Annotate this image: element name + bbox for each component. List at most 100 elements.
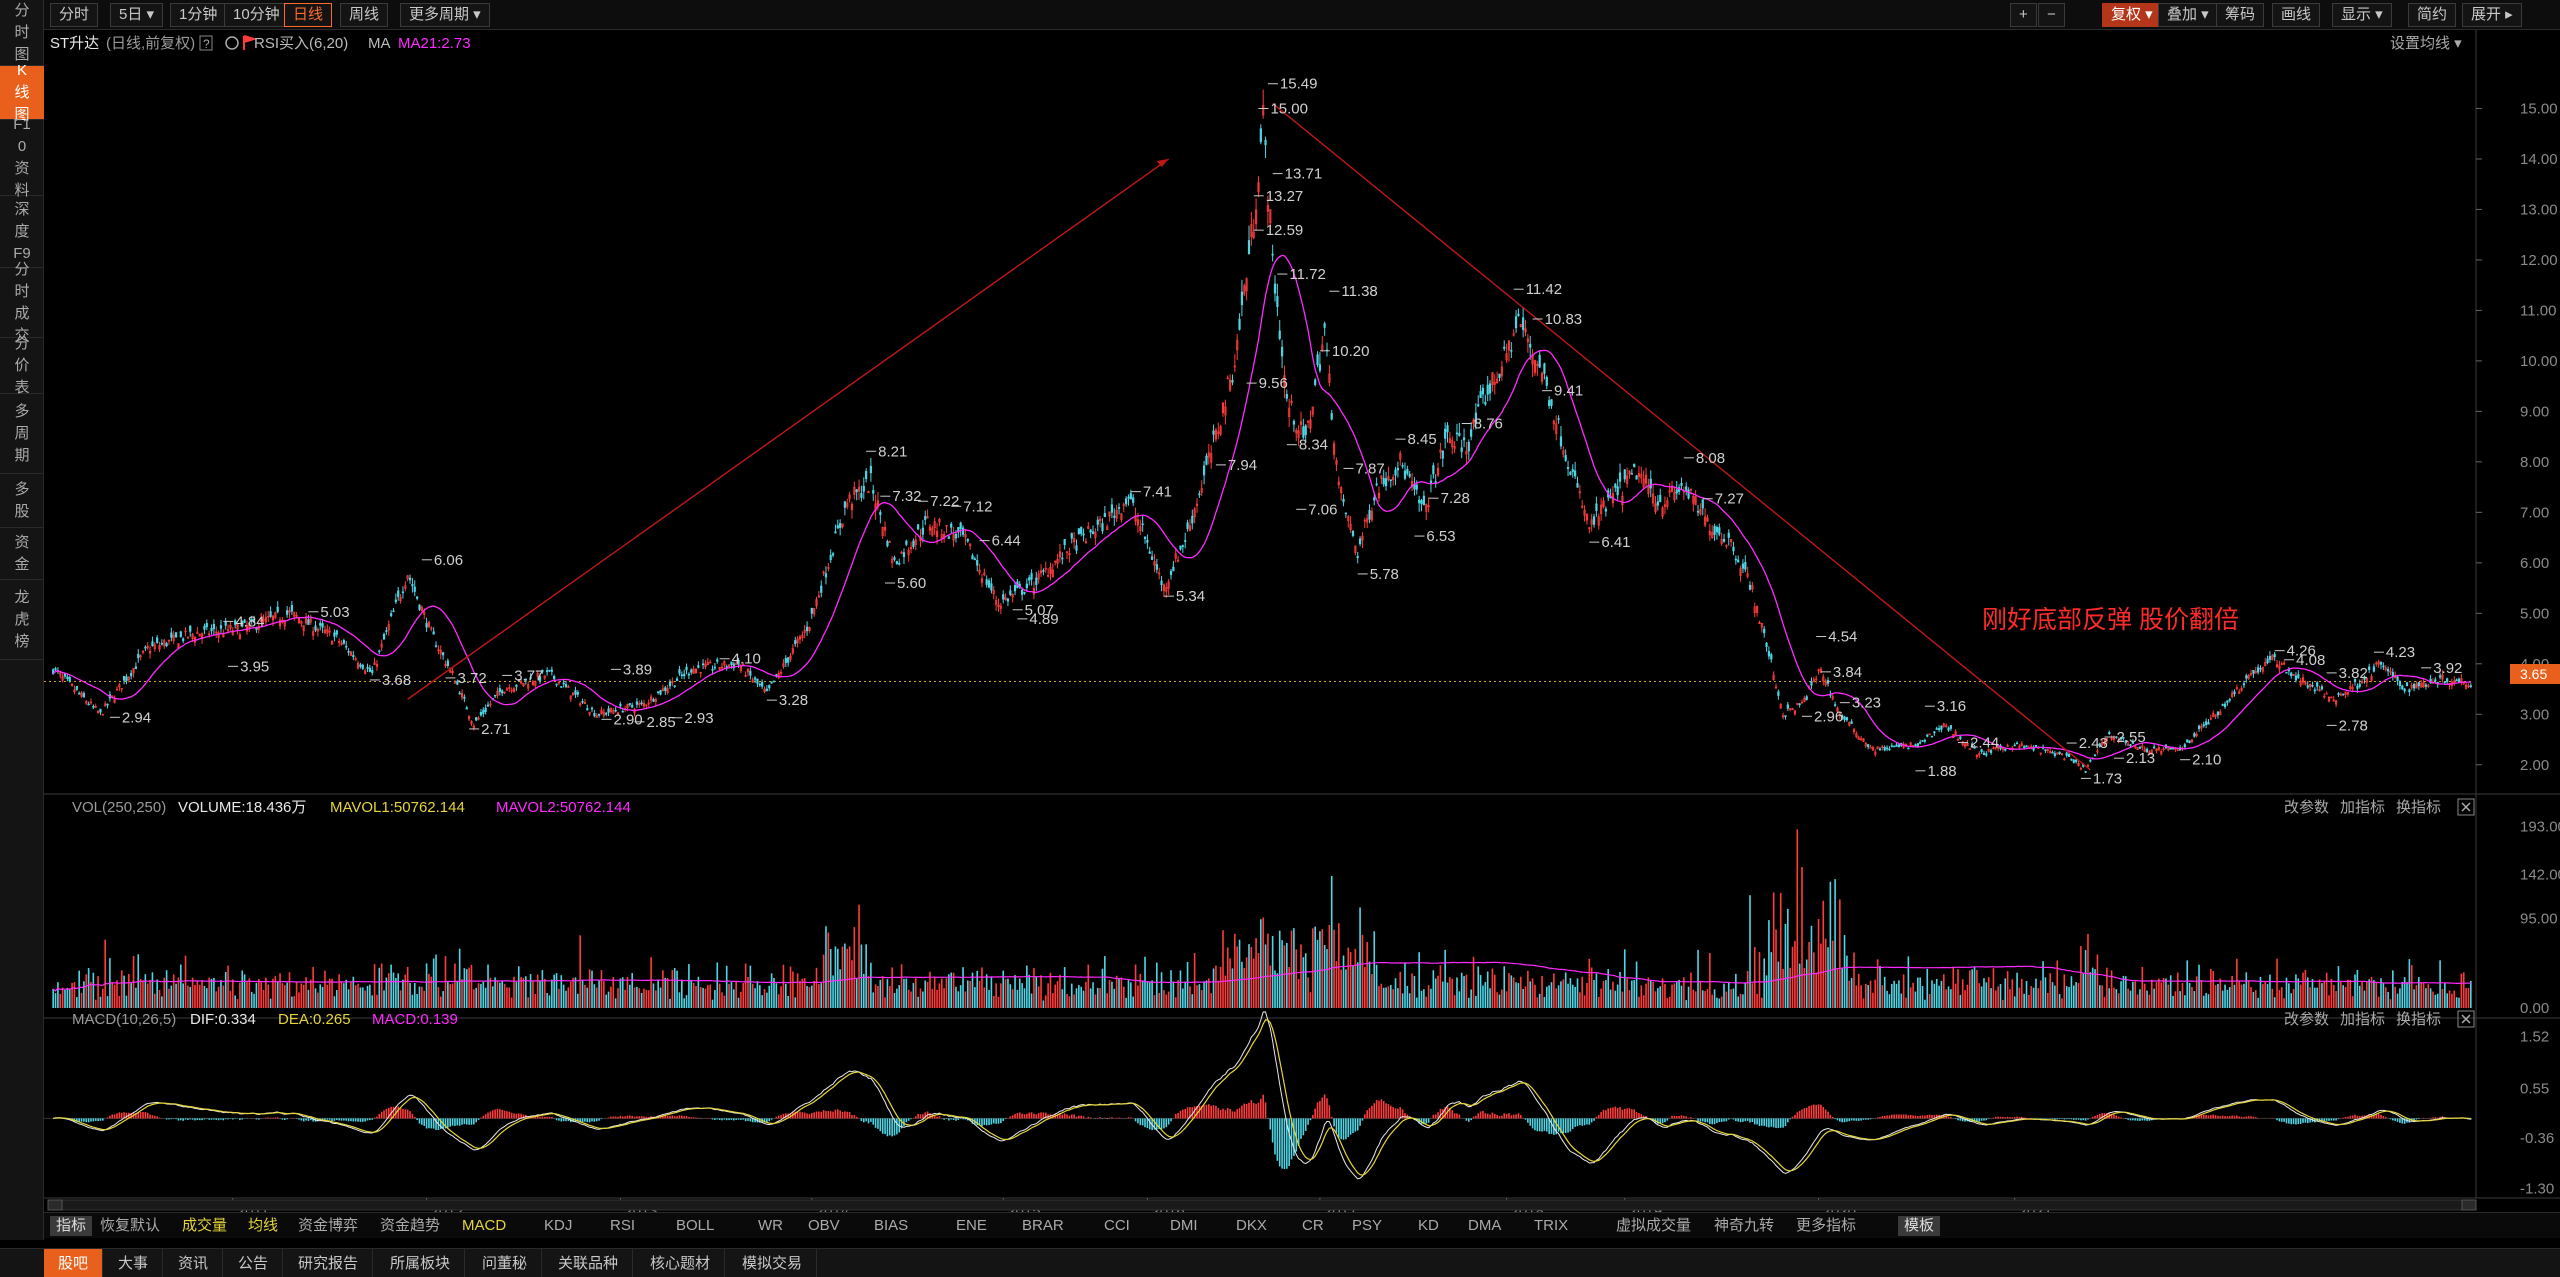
nav-tick[interactable]: 分时成交 xyxy=(0,261,44,344)
volume-bar xyxy=(593,984,596,1008)
volume-bar xyxy=(964,991,967,1008)
nav-price[interactable]: 分价表 xyxy=(0,335,44,396)
indicator-tab[interactable]: 资金博弈 xyxy=(298,1216,358,1236)
bottom-nav-item[interactable]: 核心题材 xyxy=(636,1249,726,1277)
tab-1min[interactable]: 1分钟 xyxy=(170,3,227,27)
bottom-nav-item[interactable]: 研究报告 xyxy=(284,1249,374,1277)
tab-fenshi[interactable]: 分时 xyxy=(50,3,99,27)
nav-dragon[interactable]: 龙虎榜 xyxy=(0,580,44,660)
indicator-tab[interactable]: RSI xyxy=(610,1216,635,1236)
indicator-tab[interactable]: OBV xyxy=(808,1216,840,1236)
expand-button[interactable]: 展开 ▸ xyxy=(2462,3,2522,27)
zoom-out-button[interactable]: − xyxy=(2038,3,2065,27)
display-dropdown[interactable]: 显示 ▾ xyxy=(2332,3,2392,27)
bottom-nav-item[interactable]: 股吧 xyxy=(44,1249,104,1277)
zoom-in-button[interactable]: + xyxy=(2010,3,2037,27)
candle-body xyxy=(1810,681,1813,686)
volume-bar xyxy=(510,997,513,1008)
indicator-tab[interactable]: 虚拟成交量 xyxy=(1616,1216,1691,1236)
nav-f10[interactable]: F10资料 xyxy=(0,116,44,199)
draw-line-button[interactable]: 画线 xyxy=(2272,3,2321,27)
price-label: 11.42 xyxy=(1526,281,1562,298)
bottom-nav-item[interactable]: 大事 xyxy=(104,1249,164,1277)
volume-bar xyxy=(1333,929,1335,1008)
indicator-tab[interactable]: KD xyxy=(1418,1216,1439,1236)
bottom-nav-item[interactable]: 资讯 xyxy=(164,1249,224,1277)
nav-timeshare[interactable]: 分时图 xyxy=(0,0,44,66)
indicator-tab[interactable]: KDJ xyxy=(544,1216,572,1236)
vol-switch-indicator[interactable]: 换指标 xyxy=(2396,799,2441,816)
bottom-nav-item[interactable]: 模拟交易 xyxy=(728,1249,818,1277)
volume-bar xyxy=(652,983,655,1008)
ma-settings-button[interactable]: 设置均线 ▾ xyxy=(2390,35,2462,52)
tab-daily[interactable]: 日线 xyxy=(284,3,333,27)
tab-10min[interactable]: 10分钟 xyxy=(224,3,289,27)
indicator-tab[interactable]: ENE xyxy=(956,1216,987,1236)
volume-bar xyxy=(1616,984,1619,1008)
indicator-tab[interactable]: BOLL xyxy=(676,1216,714,1236)
volume-bar xyxy=(1330,875,1333,1008)
macd-switch-indicator[interactable]: 换指标 xyxy=(2396,1011,2441,1028)
indicator-tab[interactable]: PSY xyxy=(1352,1216,1382,1236)
tab-5day[interactable]: 5日 ▾ xyxy=(110,3,164,27)
bottom-nav-item[interactable]: 关联品种 xyxy=(544,1249,634,1277)
indicator-tab[interactable]: BIAS xyxy=(874,1216,908,1236)
indicator-tab[interactable]: CCI xyxy=(1104,1216,1130,1236)
volume-bar xyxy=(1413,976,1416,1008)
nav-fund[interactable]: 资金 xyxy=(0,528,44,580)
volume-bar xyxy=(1527,970,1529,1008)
indicator-tab[interactable]: 更多指标 xyxy=(1796,1216,1856,1236)
tab-more-period[interactable]: 更多周期 ▾ xyxy=(400,3,490,27)
indicator-tab[interactable]: 神奇九转 xyxy=(1714,1216,1774,1236)
volume-bar xyxy=(1808,941,1810,1008)
indicator-tab[interactable]: 成交量 xyxy=(182,1216,227,1236)
indicator-tab[interactable]: 均线 xyxy=(248,1216,278,1236)
indicator-tab[interactable]: CR xyxy=(1302,1216,1324,1236)
volume-bar xyxy=(2271,988,2274,1008)
candle-body xyxy=(2015,742,2019,745)
indicator-tab[interactable]: DMA xyxy=(1468,1216,1501,1236)
volume-bar xyxy=(836,948,839,1008)
simple-button[interactable]: 简约 xyxy=(2408,3,2457,27)
volume-bar xyxy=(865,944,867,1008)
indicator-tab[interactable]: BRAR xyxy=(1022,1216,1064,1236)
indicator-tab[interactable]: DKX xyxy=(1236,1216,1267,1236)
indicator-tab[interactable]: 指标 xyxy=(50,1216,93,1236)
indicator-tab[interactable]: MACD xyxy=(462,1216,506,1236)
indicator-tab[interactable]: 资金趋势 xyxy=(380,1216,440,1236)
volume-bar xyxy=(2219,978,2222,1008)
vol-volume: VOLUME:18.436万 xyxy=(178,799,306,816)
candle-body xyxy=(151,641,154,646)
volume-bar xyxy=(208,977,210,1008)
nav-depth[interactable]: 深度F9 xyxy=(0,196,44,268)
nav-kline[interactable]: K线图 xyxy=(0,62,44,123)
candle-body xyxy=(1401,465,1404,467)
indicator-tab[interactable]: WR xyxy=(758,1216,783,1236)
nav-multi_period[interactable]: 多周期 xyxy=(0,394,44,474)
scrollbar-track[interactable] xyxy=(47,1199,2477,1211)
bottom-nav-item[interactable]: 公告 xyxy=(224,1249,284,1277)
vol-add-indicator[interactable]: 加指标 xyxy=(2340,799,2385,816)
scroll-left-icon[interactable] xyxy=(47,1199,63,1211)
indicator-tab[interactable]: 模板 xyxy=(1898,1216,1941,1236)
bottom-nav-item[interactable]: 问董秘 xyxy=(468,1249,543,1277)
volume-bar xyxy=(1179,970,1182,1008)
bottom-nav-item[interactable]: 所属板块 xyxy=(376,1249,466,1277)
macd-modify-params[interactable]: 改参数 xyxy=(2284,1011,2329,1028)
tab-weekly[interactable]: 周线 xyxy=(340,3,389,27)
indicator-tab[interactable]: 恢复默认 xyxy=(100,1216,160,1236)
volume-bar xyxy=(1000,983,1002,1008)
overlay-dropdown[interactable]: 叠加 ▾ xyxy=(2158,3,2218,27)
volume-bar xyxy=(2420,982,2422,1008)
macd-add-indicator[interactable]: 加指标 xyxy=(2340,1011,2385,1028)
volume-bar xyxy=(1378,986,1380,1008)
chip-button[interactable]: 筹码 xyxy=(2216,3,2265,27)
nav-multi_stock[interactable]: 多股 xyxy=(0,474,44,528)
vol-modify-params[interactable]: 改参数 xyxy=(2284,799,2329,816)
scroll-right-icon[interactable] xyxy=(2461,1199,2477,1211)
candle-body xyxy=(130,673,133,677)
price-label: 4.54 xyxy=(1828,629,1857,646)
indicator-tab[interactable]: TRIX xyxy=(1534,1216,1568,1236)
fuquan-dropdown[interactable]: 复权 ▾ xyxy=(2102,3,2162,27)
indicator-tab[interactable]: DMI xyxy=(1170,1216,1198,1236)
